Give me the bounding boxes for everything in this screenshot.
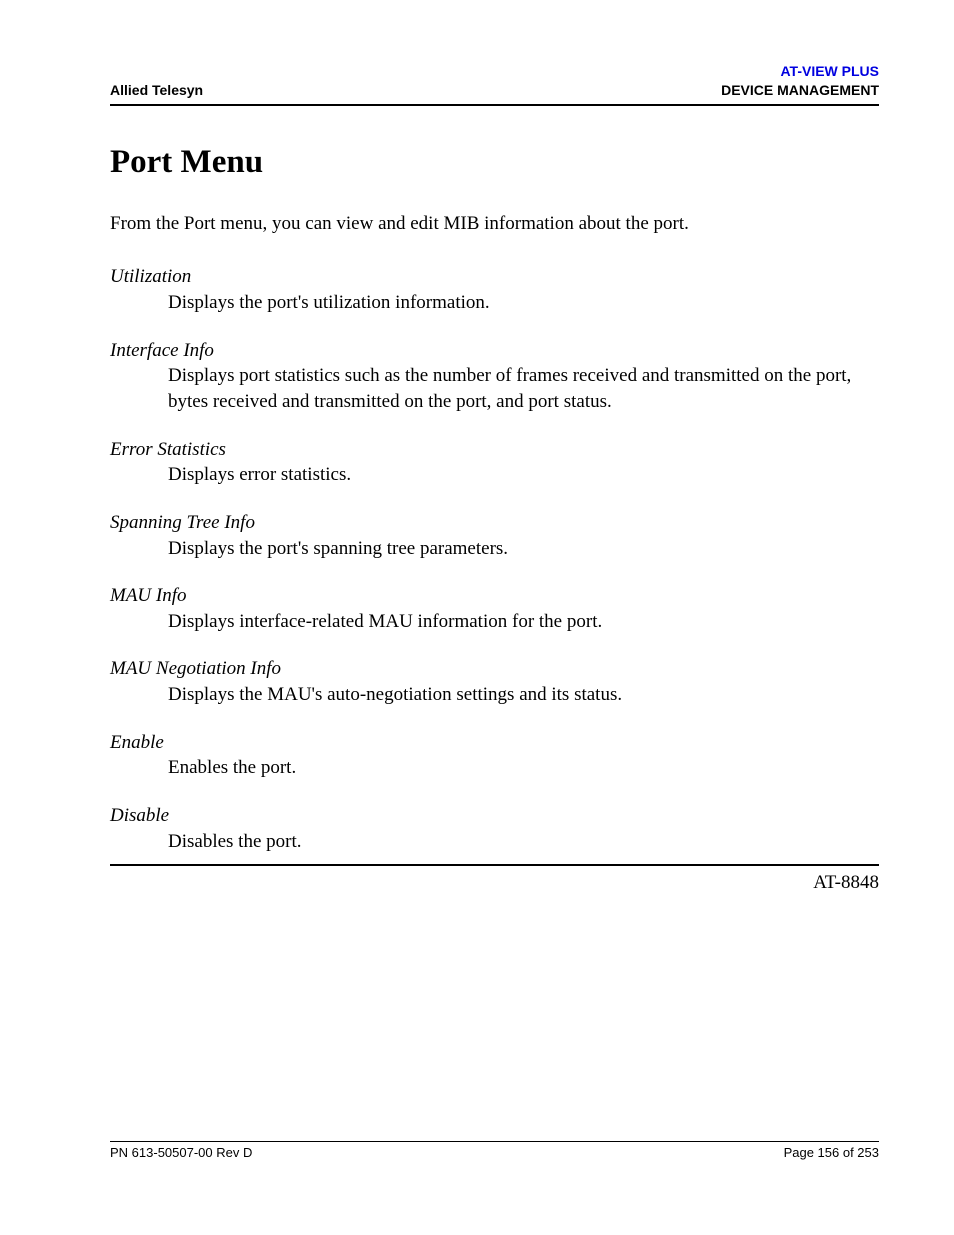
header-right: AT-VIEW PLUS DEVICE MANAGEMENT bbox=[721, 62, 879, 100]
definition-desc: Displays error statistics. bbox=[110, 462, 879, 488]
footer-right: Page 156 of 253 bbox=[784, 1145, 879, 1160]
definition-term: Error Statistics bbox=[110, 437, 879, 463]
definition-desc: Displays interface-related MAU informati… bbox=[110, 609, 879, 635]
definition-entry: Spanning Tree Info Displays the port's s… bbox=[110, 510, 879, 561]
page: Allied Telesyn AT-VIEW PLUS DEVICE MANAG… bbox=[0, 0, 954, 1235]
definition-term: Utilization bbox=[110, 264, 879, 290]
header-rule bbox=[110, 104, 879, 106]
definition-entry: MAU Negotiation Info Displays the MAU's … bbox=[110, 656, 879, 707]
page-header: Allied Telesyn AT-VIEW PLUS DEVICE MANAG… bbox=[110, 62, 879, 100]
page-title: Port Menu bbox=[110, 144, 879, 181]
definition-desc: Displays the port's spanning tree parame… bbox=[110, 536, 879, 562]
definition-term: MAU Negotiation Info bbox=[110, 656, 879, 682]
definition-term: MAU Info bbox=[110, 583, 879, 609]
footer-rule bbox=[110, 1141, 879, 1142]
definition-entry: Error Statistics Displays error statisti… bbox=[110, 437, 879, 488]
model-label: AT-8848 bbox=[110, 872, 879, 894]
definition-entry: Enable Enables the port. bbox=[110, 730, 879, 781]
footer-left: PN 613-50507-00 Rev D bbox=[110, 1145, 252, 1160]
header-left: Allied Telesyn bbox=[110, 81, 203, 100]
definition-entry: Utilization Displays the port's utilizat… bbox=[110, 264, 879, 315]
definition-term: Disable bbox=[110, 803, 879, 829]
definition-entry: Interface Info Displays port statistics … bbox=[110, 338, 879, 415]
definition-desc: Enables the port. bbox=[110, 755, 879, 781]
page-footer: PN 613-50507-00 Rev D Page 156 of 253 bbox=[110, 1141, 879, 1160]
definition-entry: MAU Info Displays interface-related MAU … bbox=[110, 583, 879, 634]
intro-text: From the Port menu, you can view and edi… bbox=[110, 211, 879, 237]
definition-desc: Disables the port. bbox=[110, 829, 879, 855]
definition-term: Spanning Tree Info bbox=[110, 510, 879, 536]
definition-term: Interface Info bbox=[110, 338, 879, 364]
definition-desc: Displays port statistics such as the num… bbox=[110, 363, 879, 414]
footer-row: PN 613-50507-00 Rev D Page 156 of 253 bbox=[110, 1145, 879, 1160]
definition-entry: Disable Disables the port. bbox=[110, 803, 879, 854]
definition-desc: Displays the port's utilization informat… bbox=[110, 290, 879, 316]
definition-term: Enable bbox=[110, 730, 879, 756]
definition-desc: Displays the MAU's auto-negotiation sett… bbox=[110, 682, 879, 708]
product-name: AT-VIEW PLUS bbox=[721, 62, 879, 81]
section-rule bbox=[110, 864, 879, 866]
section-name: DEVICE MANAGEMENT bbox=[721, 81, 879, 100]
